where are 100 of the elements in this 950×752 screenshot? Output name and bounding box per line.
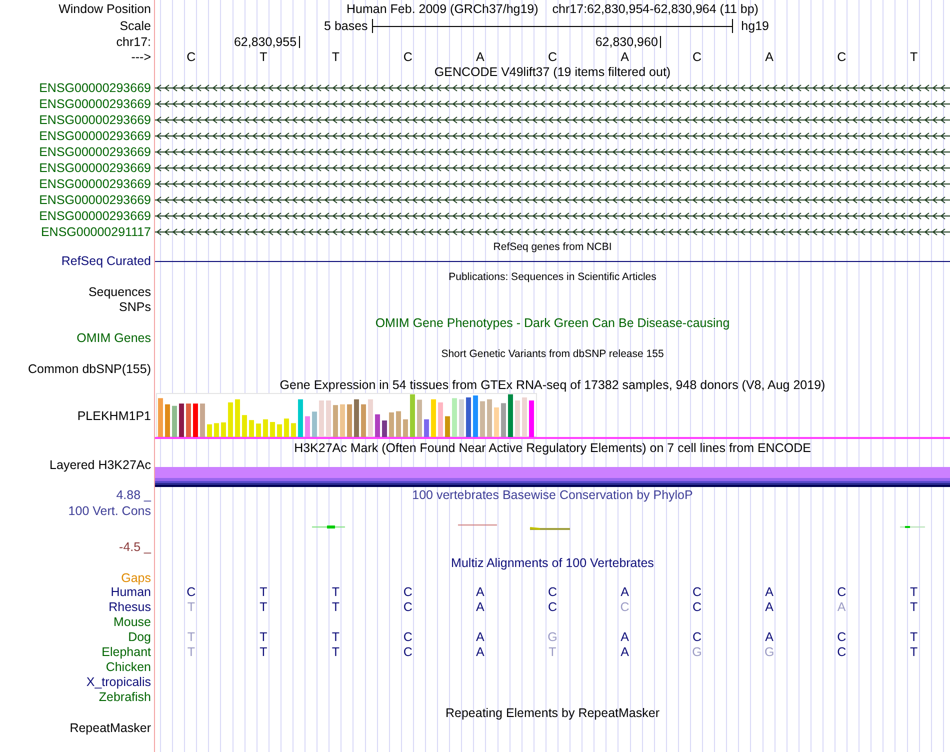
species-label[interactable]: Elephant	[102, 646, 151, 659]
aligned-base: C	[692, 601, 702, 614]
gene-label[interactable]: ENSG00000293669	[39, 114, 151, 126]
track-label[interactable]: RefSeq Curated	[61, 255, 151, 268]
aligned-base: T	[187, 646, 195, 659]
species-label[interactable]: Human	[110, 586, 151, 599]
track-label[interactable]: OMIM Genes	[76, 332, 151, 345]
gene-label[interactable]: ENSG00000293669	[39, 194, 151, 206]
aligned-base: A	[620, 586, 629, 599]
aligned-base: C	[548, 586, 557, 599]
gene-label[interactable]: ENSG00000293669	[39, 130, 151, 142]
aligned-base: C	[548, 601, 557, 614]
base-letter: A	[620, 51, 629, 64]
species-label[interactable]: Rhesus	[108, 601, 151, 614]
aligned-base: G	[692, 646, 702, 659]
aligned-base: C	[692, 631, 702, 644]
aligned-base: A	[837, 601, 846, 614]
aligned-base: T	[260, 586, 268, 599]
aligned-base: A	[476, 646, 484, 659]
aligned-base: C	[837, 586, 846, 599]
gene-label[interactable]: ENSG00000293669	[39, 98, 151, 110]
base-letter: A	[476, 51, 484, 64]
base-letter: C	[186, 51, 196, 64]
aligned-base: A	[765, 631, 774, 644]
base-letter: T	[332, 51, 340, 64]
aligned-base: C	[620, 601, 630, 614]
track-title: Gene Expression in 54 tissues from GTEx RNA-seq of 17382 samples, 948 donors (V8, Aug 2019)	[280, 378, 826, 392]
gene-label[interactable]: ENSG00000293669	[39, 210, 151, 222]
aligned-base: C	[403, 631, 412, 644]
aligned-base: T	[548, 646, 556, 659]
aligned-base: A	[620, 631, 629, 644]
base-letter: C	[403, 51, 412, 64]
aligned-base: T	[910, 631, 918, 644]
ruler-position: 62,830,955	[234, 36, 300, 48]
track-title: OMIM Gene Phenotypes - Dark Green Can Be Disease-causing	[375, 316, 730, 330]
track-label: Scale	[120, 20, 151, 32]
gene-label[interactable]: ENSG00000293669	[39, 162, 151, 174]
aligned-base: T	[260, 646, 268, 659]
aligned-base: A	[476, 631, 484, 644]
aligned-base: G	[764, 646, 774, 659]
base-letter: C	[837, 51, 846, 64]
track-label: chr17:	[116, 36, 151, 48]
species-label[interactable]: Mouse	[113, 616, 151, 629]
track-label[interactable]: Layered H3K27Ac	[50, 459, 151, 472]
aligned-base: A	[620, 646, 629, 659]
species-label[interactable]: X_tropicalis	[86, 676, 151, 689]
aligned-base: G	[548, 631, 558, 644]
aligned-base: A	[476, 601, 484, 614]
base-letter: T	[260, 51, 268, 64]
species-label[interactable]: Zebrafish	[98, 691, 151, 704]
track-title: H3K27Ac Mark (Often Found Near Active Regulatory Elements) on 7 cell lines from ENCODE	[294, 442, 811, 454]
gene-label[interactable]: PLEKHM1P1	[77, 410, 151, 422]
position-range: chr17:62,830,954-62,830,964 (11 bp)	[552, 2, 758, 16]
aligned-base: C	[403, 601, 412, 614]
base-letter: C	[692, 51, 702, 64]
aligned-base: T	[910, 586, 918, 599]
aligned-base: C	[837, 646, 846, 659]
species-label[interactable]: Dog	[128, 631, 151, 644]
species-label[interactable]: Chicken	[106, 661, 151, 674]
ruler-position: 62,830,960	[595, 36, 661, 48]
aligned-base: T	[332, 601, 340, 614]
track-label[interactable]: Common dbSNP(155)	[28, 363, 151, 376]
aligned-base: T	[910, 646, 918, 659]
gene-label[interactable]: ENSG00000293669	[39, 82, 151, 94]
track-label[interactable]: Sequences	[88, 286, 151, 299]
track-label[interactable]: 100 Vert. Cons	[68, 505, 151, 518]
aligned-base: T	[332, 631, 340, 644]
aligned-base: T	[332, 646, 340, 659]
expression-bars-drawing[interactable]	[156, 393, 538, 437]
aligned-base: C	[837, 631, 846, 644]
aligned-base: C	[692, 586, 702, 599]
track-title: Publications: Sequences in Scientific Articles	[448, 272, 656, 282]
track-title: RefSeq genes from NCBI	[493, 242, 612, 252]
gene-label[interactable]: ENSG00000293669	[39, 178, 151, 190]
base-letter: T	[910, 51, 918, 64]
aligned-base: T	[187, 631, 195, 644]
axis-min-label: -4.5 _	[119, 540, 151, 554]
track-label: Window Position	[58, 2, 151, 16]
aligned-base: T	[332, 586, 340, 599]
base-letter: C	[548, 51, 557, 64]
track-title: 100 vertebrates Basewise Conservation by PhyloP	[412, 488, 693, 502]
aligned-base: A	[476, 586, 484, 599]
track-title: Repeating Elements by RepeatMasker	[445, 706, 660, 720]
aligned-base: C	[403, 646, 412, 659]
track-title: Short Genetic Variants from dbSNP release 155	[441, 348, 664, 360]
aligned-base: T	[260, 601, 268, 614]
aligned-base: C	[403, 586, 412, 599]
scale-label: 5 bases	[324, 20, 369, 32]
track-title: Multiz Alignments of 100 Vertebrates	[451, 556, 654, 570]
assembly-title: Human Feb. 2009 (GRCh37/hg19)	[346, 2, 538, 16]
track-label[interactable]: RepeatMasker	[70, 722, 151, 735]
gene-label[interactable]: ENSG00000293669	[39, 146, 151, 158]
track-label: --->	[131, 51, 151, 64]
assembly-label: hg19	[740, 20, 769, 32]
aligned-base: T	[260, 631, 268, 644]
aligned-base: T	[187, 601, 195, 614]
aligned-base: A	[765, 586, 774, 599]
track-label[interactable]: SNPs	[119, 301, 151, 314]
gene-label[interactable]: ENSG00000291117	[40, 226, 151, 238]
base-letter: A	[765, 51, 774, 64]
